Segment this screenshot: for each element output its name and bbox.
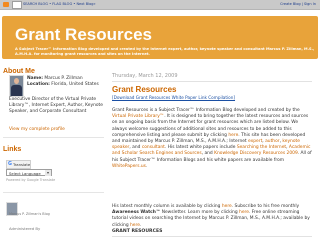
administered-by-text: Administered By (9, 226, 41, 231)
paragraph1-link[interactable]: Knowledge Discovery Resources 2009 (214, 151, 298, 156)
blogger-logo-icon[interactable] (3, 2, 9, 7)
sidebar: About Me Name: Marcus P. Zillman Locatio… (3, 64, 104, 240)
blog-header: Grant Resources A Subject Tracer™ Inform… (2, 16, 318, 59)
navbar-account-links[interactable]: Create Blog | Sign In (280, 1, 316, 8)
profile-location-value: Florida, United States (51, 82, 99, 87)
date-divider (112, 81, 312, 82)
blog-badge-caption[interactable]: Marcus P. Zillman's Blog (9, 212, 50, 216)
paragraph1-link[interactable]: Searching the Internet (237, 145, 286, 150)
post-paragraph-newsletter: His latest monthly column is available b… (112, 204, 312, 229)
section-divider (112, 236, 312, 237)
download-white-paper-link[interactable]: [Download Grant Resources White Paper Li… (112, 95, 235, 100)
google-translate-badge[interactable]: G Translate (6, 160, 31, 169)
profile-name-value: Marcus P. Zillman (44, 76, 83, 81)
post-date: Thursday, March 12, 2009 (112, 73, 178, 79)
paragraph1-text: , and (201, 151, 215, 157)
post-paragraph-intro: Grant Resources is a Subject Tracer™ Inf… (112, 108, 312, 170)
paragraph1-link[interactable]: expert (248, 139, 262, 144)
paragraph2-text: Newsletter. Learn more by clicking (160, 210, 240, 216)
sidebar-divider (3, 192, 104, 193)
paragraph2-link[interactable]: here (130, 223, 140, 228)
section-heading: GRANT RESOURCES (112, 229, 163, 234)
paragraph2-bold-text: Awareness Watch™ (112, 210, 161, 216)
paragraph1-link[interactable]: WhitePapers.us (112, 164, 146, 169)
profile-location-label: Location: (27, 82, 50, 87)
navbar-links[interactable]: SEARCH BLOG • FLAG BLOG • Next Blog» (23, 1, 96, 8)
paragraph1-text: , and (129, 145, 142, 151)
sidebar-divider (3, 137, 104, 138)
avatar-body (11, 85, 22, 96)
language-select[interactable]: Select Language ▾ (6, 169, 52, 176)
main-column: Thursday, March 12, 2009 Grant Resources… (112, 64, 317, 240)
navbar-search-input[interactable] (12, 1, 22, 9)
paragraph2-text: . Subscribe to his free monthly (231, 204, 300, 209)
paragraph2-text: . (139, 222, 142, 228)
post-title[interactable]: Grant Resources (112, 85, 176, 95)
blog-title[interactable]: Grant Resources (15, 25, 152, 45)
profile-location-row: Location: Florida, United States (27, 82, 99, 87)
profile-description: Executive Director of the Virtual Privat… (9, 97, 103, 114)
paragraph1-text: . (145, 163, 148, 169)
paragraph1-text: . His latest white papers include (164, 145, 237, 151)
powered-by-text: Powered by Google Translate (6, 178, 56, 182)
blogger-navbar: SEARCH BLOG • FLAG BLOG • Next Blog» Cre… (0, 0, 320, 10)
paragraph1-text: Grant Resources is a Subject Tracer™ Inf… (112, 108, 300, 113)
paragraph1-link[interactable]: here (228, 133, 238, 138)
chevron-down-icon: ▾ (45, 170, 51, 176)
paragraph1-link[interactable]: consultant (142, 145, 165, 150)
paragraph2-text: His latest monthly column is available b… (112, 204, 222, 209)
avatar-head (14, 78, 19, 84)
profile-avatar[interactable] (9, 75, 24, 97)
paragraph1-link[interactable]: Virtual Private Library™ (112, 114, 164, 119)
google-logo-icon: G (8, 162, 12, 167)
translate-label: Translate (12, 162, 31, 167)
blog-description: A Subject Tracer™ Information Blog devel… (15, 47, 315, 56)
profile-name-row: Name: Marcus P. Zillman (27, 76, 83, 81)
paragraph2-link[interactable]: here (239, 210, 249, 215)
view-profile-link[interactable]: View my complete profile (9, 127, 65, 132)
profile-name-label: Name: (27, 76, 43, 81)
language-select-value: Select Language (9, 171, 41, 176)
paragraph2-link[interactable]: here (222, 204, 232, 209)
paragraph1-link[interactable]: author (265, 139, 279, 144)
links-heading: Links (3, 146, 22, 153)
